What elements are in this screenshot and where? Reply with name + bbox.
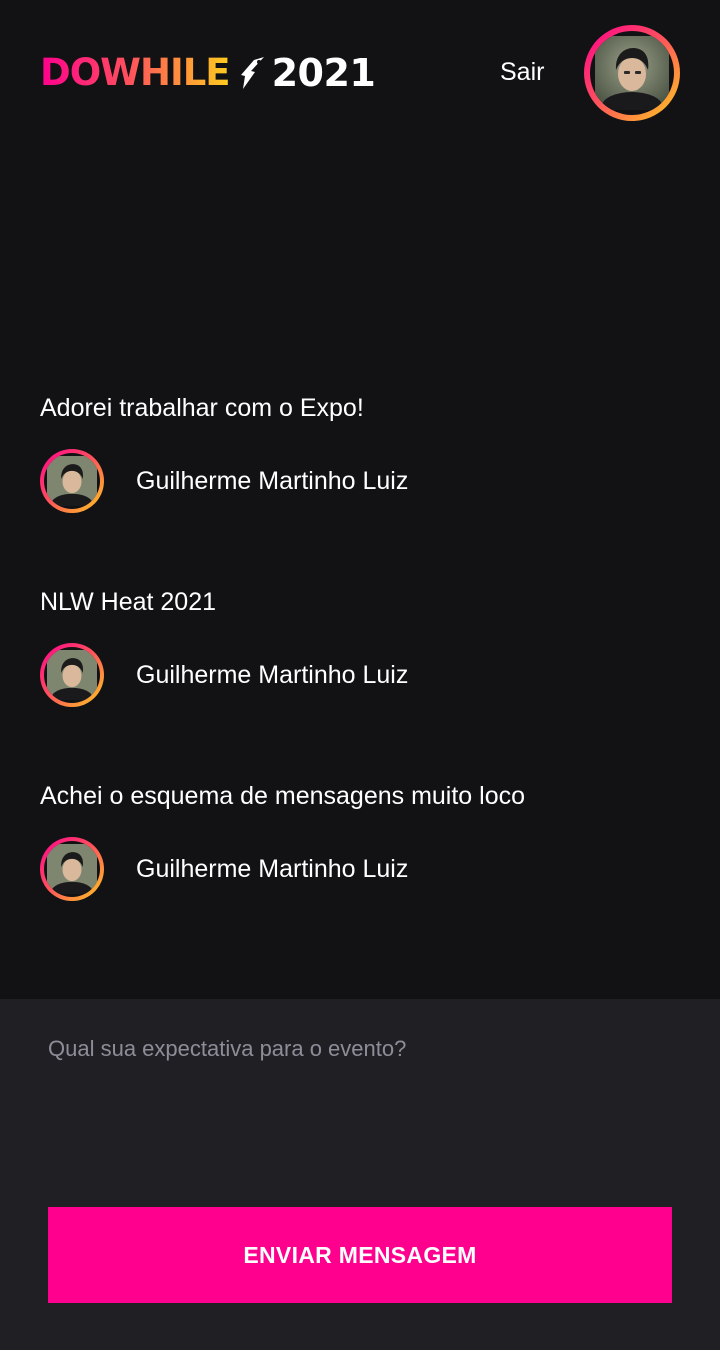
user-avatar-photo-icon [595, 36, 669, 110]
message-item: Adorei trabalhar com o Expo! Guilherme M… [40, 390, 680, 584]
author-name: Guilherme Martinho Luiz [136, 854, 409, 883]
message-content: NLW Heat 2021 [40, 588, 217, 616]
author-avatar-photo-icon [47, 844, 97, 894]
author-avatar-photo-icon [47, 650, 97, 700]
rocket-icon [240, 57, 264, 89]
send-message-form: ENVIAR MENSAGEM [0, 999, 720, 1350]
message-content: Achei o esquema de mensagens muito loco [40, 782, 526, 810]
author-avatar [40, 837, 104, 901]
message-author: Guilherme Martinho Luiz [40, 449, 408, 513]
author-avatar-photo-icon [47, 456, 97, 506]
logo-year-text: 2021 [271, 51, 376, 95]
sign-out-button[interactable]: Sair [500, 58, 544, 87]
app-screen: DOWHILE 2021 Sair Adorei trabalhar com o… [0, 0, 720, 1350]
dowhile-logo: DOWHILE 2021 [40, 51, 376, 95]
author-name: Guilherme Martinho Luiz [136, 660, 409, 689]
message-content: Adorei trabalhar com o Expo! [40, 394, 364, 422]
message-item: NLW Heat 2021 Guilherme Martinho Luiz [40, 584, 680, 778]
author-avatar [40, 449, 104, 513]
user-avatar[interactable] [584, 25, 680, 121]
message-author: Guilherme Martinho Luiz [40, 643, 408, 707]
message-item: Achei o esquema de mensagens muito loco … [40, 778, 680, 972]
send-message-button[interactable]: ENVIAR MENSAGEM [48, 1207, 672, 1303]
author-avatar [40, 643, 104, 707]
logo-brand-text: DOWHILE [40, 51, 231, 94]
message-author: Guilherme Martinho Luiz [40, 837, 408, 901]
author-name: Guilherme Martinho Luiz [136, 466, 409, 495]
message-input[interactable] [48, 1029, 672, 1179]
header: DOWHILE 2021 Sair [0, 0, 720, 150]
message-list: Adorei trabalhar com o Expo! Guilherme M… [40, 390, 680, 972]
